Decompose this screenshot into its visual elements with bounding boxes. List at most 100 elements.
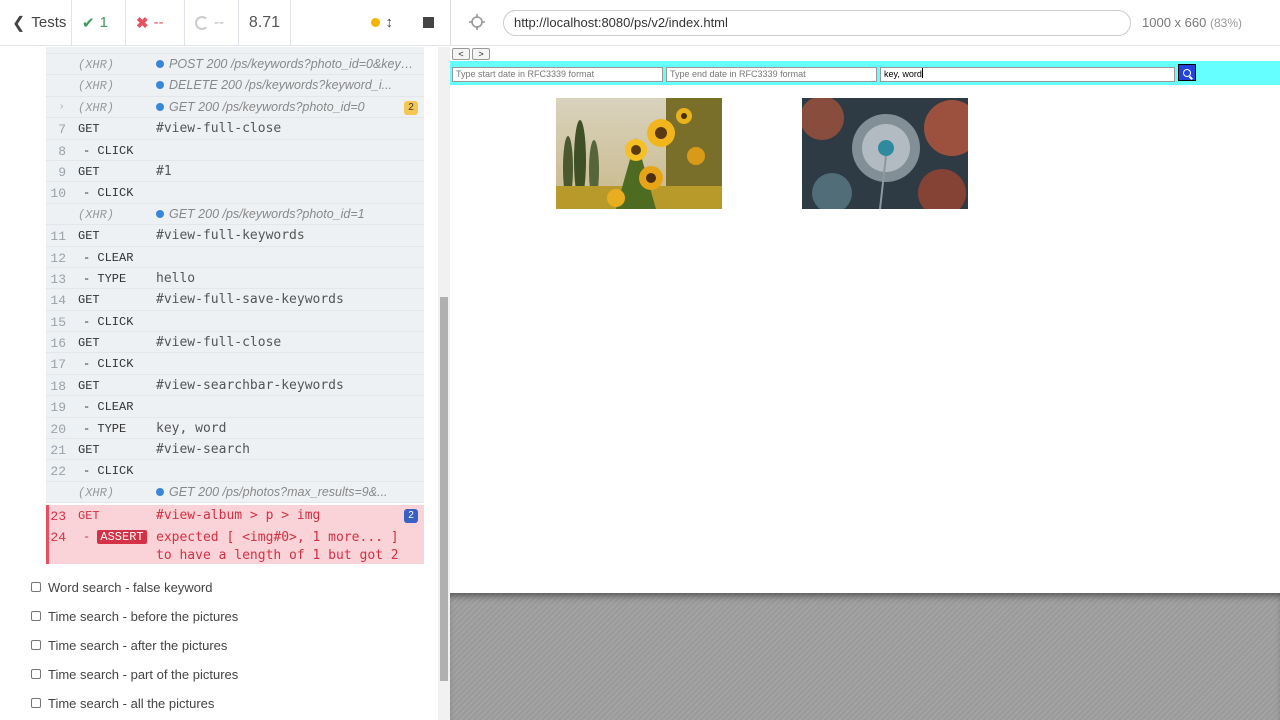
- log-row-command: (XHR): [78, 207, 115, 222]
- log-row-command: - TYPE: [83, 271, 127, 286]
- log-row[interactable]: 16 GET #view-full-close: [46, 332, 424, 354]
- log-row[interactable]: 18 GET #view-searchbar-keywords: [46, 375, 424, 397]
- test-item-word-search-false-keyword[interactable]: Word search - false keyword: [31, 577, 213, 597]
- log-row-command: GET: [78, 443, 100, 458]
- stop-icon[interactable]: [423, 17, 434, 28]
- failed-command-block: 23 GET #view-album > p > img 2 24 - ASSE…: [46, 505, 424, 564]
- log-row-message: #view-full-save-keywords: [156, 292, 344, 308]
- log-row-message: hello: [156, 270, 196, 286]
- log-row-xhr[interactable]: (XHR) DELETE 200 /ps/keywords?keyword_i..…: [46, 75, 424, 97]
- searchbar: Type start date in RFC3339 format Type e…: [450, 61, 1280, 85]
- log-row[interactable]: 8 - CLICK: [46, 140, 424, 161]
- album-photo-sunflowers[interactable]: [556, 98, 722, 209]
- log-row-number: 16: [50, 336, 66, 352]
- log-row-number: 15: [50, 314, 66, 330]
- xhr-url: GET 200 /ps/keywords?photo_id=0: [169, 99, 365, 114]
- xhr-url: GET 200 /ps/keywords?photo_id=1: [169, 206, 365, 221]
- log-row-message: #view-full-close: [156, 121, 282, 137]
- failed-stat: ✖ --: [126, 0, 185, 46]
- log-row[interactable]: 9 GET #1: [46, 161, 424, 183]
- log-row[interactable]: 11 GET #view-full-keywords: [46, 225, 424, 247]
- log-row[interactable]: 17 - CLICK: [46, 353, 424, 375]
- log-row[interactable]: 13 - TYPE hello: [46, 268, 424, 290]
- search-button[interactable]: [1178, 64, 1196, 81]
- reporter-header: ❮ Tests ✔ 1 ✖ -- -- 8.71 ↕: [0, 0, 450, 46]
- test-title: Time search - all the pictures: [48, 695, 215, 711]
- log-row-failed-get[interactable]: 23 GET #view-album > p > img 2: [49, 505, 424, 526]
- log-row[interactable]: 12 - CLEAR: [46, 247, 424, 268]
- start-date-input[interactable]: Type start date in RFC3339 format: [452, 67, 663, 82]
- log-row-number: 20: [50, 421, 66, 437]
- scrollbar-thumb[interactable]: [440, 297, 448, 681]
- log-row[interactable]: - CLICK: [46, 47, 424, 54]
- log-row[interactable]: 20 - TYPE key, word: [46, 418, 424, 440]
- url-bar[interactable]: http://localhost:8080/ps/v2/index.html: [503, 10, 1131, 36]
- album-nav: < >: [452, 48, 490, 60]
- log-row-xhr[interactable]: (XHR) POST 200 /ps/keywords?photo_id=0&ke…: [46, 54, 424, 76]
- viewport-dimensions: 1000 x 660: [1142, 15, 1207, 30]
- xhr-url: DELETE 200 /ps/keywords?keyword_i...: [169, 78, 393, 93]
- xhr-url: POST 200 /ps/keywords?photo_id=0&keyword…: [169, 57, 420, 71]
- viewport-size: 1000 x 660 (83%): [1142, 15, 1242, 30]
- spinner-icon: [195, 15, 209, 30]
- log-row-message: GET 200 /ps/keywords?photo_id=0: [156, 100, 396, 114]
- log-row-xhr[interactable]: (XHR) GET 200 /ps/photos?max_results=9&..…: [46, 482, 424, 504]
- log-row-command: - ASSERT: [83, 530, 147, 544]
- log-row-number: 12: [50, 250, 66, 266]
- album-photo-dandelion[interactable]: [802, 98, 968, 209]
- log-row-command: (XHR): [78, 79, 115, 94]
- test-state-icon: [31, 582, 41, 592]
- crosshair-icon[interactable]: [467, 13, 487, 33]
- log-row[interactable]: 15 - CLICK: [46, 311, 424, 333]
- prev-page-button[interactable]: <: [452, 48, 470, 60]
- assert-dash: -: [83, 530, 91, 544]
- log-row[interactable]: 19 - CLEAR: [46, 396, 424, 418]
- xhr-dot-icon: [156, 60, 164, 68]
- test-state-icon: [31, 640, 41, 650]
- test-item-time-after[interactable]: Time search - after the pictures: [31, 635, 227, 655]
- log-row-command: (XHR): [78, 100, 115, 115]
- test-item-time-before[interactable]: Time search - before the pictures: [31, 606, 238, 626]
- log-row-command: GET: [78, 378, 100, 393]
- reporter-scrollbar[interactable]: [438, 47, 450, 720]
- log-row[interactable]: 22 - CLICK: [46, 460, 424, 482]
- log-row-command: - CLEAR: [83, 400, 134, 415]
- test-title: Word search - false keyword: [48, 579, 213, 595]
- log-row-xhr[interactable]: › (XHR) GET 200 /ps/keywords?photo_id=0 2: [46, 97, 424, 119]
- log-row[interactable]: 7 GET #view-full-close: [46, 118, 424, 140]
- log-row-number: 10: [50, 186, 66, 202]
- log-row-message: GET 200 /ps/keywords?photo_id=1: [156, 207, 420, 221]
- test-state-icon: [31, 669, 41, 679]
- log-row[interactable]: 10 - CLICK: [46, 182, 424, 204]
- log-row-assert[interactable]: 24 - ASSERT expected [ <img#0>, 1 more..…: [49, 526, 424, 564]
- log-row-command: GET: [78, 229, 100, 244]
- log-row-number: 22: [50, 464, 66, 480]
- keywords-input[interactable]: key, word: [880, 67, 1175, 82]
- end-date-input[interactable]: Type end date in RFC3339 format: [666, 67, 877, 82]
- test-item-time-all[interactable]: Time search - all the pictures: [31, 693, 214, 713]
- log-row[interactable]: 14 GET #view-full-save-keywords: [46, 289, 424, 311]
- log-row-message: #view-full-keywords: [156, 228, 305, 244]
- log-row-xhr[interactable]: (XHR) GET 200 /ps/keywords?photo_id=1: [46, 204, 424, 226]
- tests-back-button[interactable]: ❮ Tests: [0, 0, 72, 46]
- passed-stat: ✔ 1: [72, 0, 126, 46]
- expand-caret-icon[interactable]: ›: [60, 101, 63, 112]
- log-row-number: 23: [50, 509, 66, 524]
- log-row-command: - CLEAR: [83, 250, 134, 265]
- cypress-runner: ❮ Tests ✔ 1 ✖ -- -- 8.71 ↕ - CLICK (XHR) P…: [0, 0, 1280, 720]
- next-page-button[interactable]: >: [472, 48, 490, 60]
- xhr-dot-icon: [156, 102, 164, 111]
- log-row-message: #view-searchbar-keywords: [156, 377, 344, 393]
- log-row-number: 18: [50, 378, 66, 394]
- log-row-command: GET: [78, 293, 100, 308]
- log-row-command: - CLICK: [83, 357, 134, 372]
- test-item-time-part[interactable]: Time search - part of the pictures: [31, 664, 238, 684]
- log-row-command: - CLICK: [83, 186, 134, 201]
- viewport-scale: (83%): [1209, 16, 1242, 30]
- log-row[interactable]: 21 GET #view-search: [46, 439, 424, 461]
- app-under-test: < > Type start date in RFC3339 format Ty…: [450, 47, 1280, 593]
- log-row-command: (XHR): [78, 485, 115, 500]
- arrows-vertical-icon[interactable]: ↕: [386, 14, 394, 31]
- log-row-number: 24: [50, 530, 66, 545]
- log-row-number: 7: [58, 122, 66, 138]
